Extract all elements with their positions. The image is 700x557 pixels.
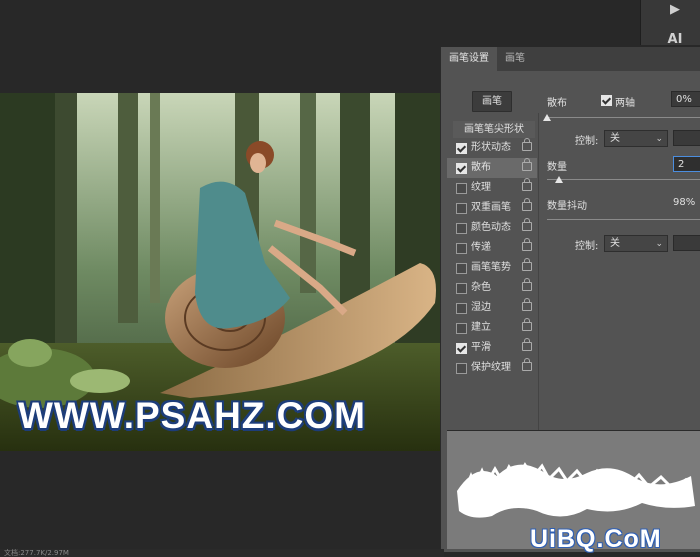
lock-icon[interactable] (522, 318, 532, 331)
brush-option-checkbox[interactable] (456, 263, 467, 274)
count-jitter-slider[interactable] (547, 219, 700, 220)
brush-option-label: 建立 (471, 322, 491, 333)
tab-brush-settings[interactable]: 画笔设置 (441, 47, 497, 71)
brush-option-label: 散布 (471, 162, 491, 173)
lock-icon[interactable] (522, 198, 532, 211)
lock-icon[interactable] (522, 218, 532, 231)
scatter-control-label: 控制: (575, 136, 599, 147)
count-jitter-label: 数量抖动 (547, 201, 587, 212)
brush-option-checkbox[interactable] (456, 243, 467, 254)
scatter-slider-thumb[interactable] (543, 114, 551, 121)
brush-option-label: 平滑 (471, 342, 491, 353)
scatter-control-extra-field[interactable] (673, 130, 700, 146)
lock-icon[interactable] (522, 298, 532, 311)
brush-option-label: 保护纹理 (471, 362, 511, 373)
panel-divider (538, 113, 539, 433)
count-control-select[interactable]: 关 ⌄ (604, 235, 668, 252)
brush-option-checkbox[interactable] (456, 163, 467, 174)
count-slider-thumb[interactable] (555, 176, 563, 183)
count-control-label: 控制: (575, 241, 599, 252)
brushes-button[interactable]: 画笔 (472, 91, 512, 112)
brush-option-item[interactable]: 散布 (447, 158, 537, 178)
brush-option-item[interactable]: 画笔笔势 (447, 258, 537, 278)
brush-option-item[interactable]: 传递 (447, 238, 537, 258)
brush-option-item[interactable]: 纹理 (447, 178, 537, 198)
lock-icon[interactable] (522, 278, 532, 291)
brush-option-label: 湿边 (471, 302, 491, 313)
brush-option-item[interactable]: 建立 (447, 318, 537, 338)
site-logo: UiBQ.CoM (530, 525, 662, 553)
play-icon[interactable]: ▶ (657, 2, 693, 20)
brush-option-label: 杂色 (471, 282, 491, 293)
brush-option-label: 纹理 (471, 182, 491, 193)
brush-option-checkbox[interactable] (456, 363, 467, 374)
brush-options-list: 形状动态散布纹理双重画笔颜色动态传递画笔笔势杂色湿边建立平滑保护纹理 (447, 138, 537, 378)
scatter-control-select[interactable]: 关 ⌄ (604, 130, 668, 147)
lock-icon[interactable] (522, 138, 532, 151)
status-bar: 文档:277.7K/2.97M (0, 549, 444, 557)
lock-icon[interactable] (522, 238, 532, 251)
right-toolbar: ▶ AI (640, 0, 700, 47)
scatter-slider[interactable] (547, 117, 700, 118)
count-jitter-value[interactable]: 98% (673, 197, 695, 208)
brush-option-checkbox[interactable] (456, 323, 467, 334)
brush-option-label: 双重画笔 (471, 202, 511, 213)
brush-option-label: 颜色动态 (471, 222, 511, 233)
brush-option-checkbox[interactable] (456, 203, 467, 214)
lock-icon[interactable] (522, 338, 532, 351)
lock-icon[interactable] (522, 158, 532, 171)
brush-tip-shape-item[interactable]: 画笔笔尖形状 (453, 121, 535, 138)
brush-option-item[interactable]: 湿边 (447, 298, 537, 318)
count-label: 数量 (547, 162, 567, 173)
lock-icon[interactable] (522, 258, 532, 271)
brush-option-label: 传递 (471, 242, 491, 253)
brush-option-checkbox[interactable] (456, 283, 467, 294)
brush-option-item[interactable]: 双重画笔 (447, 198, 537, 218)
canvas-area: WWW.PSAHZ.COM ▶ AI 画笔设置 画笔 画笔 画笔笔尖形状 形状动… (0, 0, 700, 557)
watermark-text: WWW.PSAHZ.COM (18, 395, 367, 436)
lock-icon[interactable] (522, 358, 532, 371)
lock-icon[interactable] (522, 178, 532, 191)
scatter-control-value: 关 (610, 133, 620, 144)
brush-option-checkbox[interactable] (456, 343, 467, 354)
brush-option-label: 形状动态 (471, 142, 511, 153)
count-value-field[interactable]: 2 (673, 156, 700, 172)
count-control-value: 关 (610, 238, 620, 249)
scatter-value-field[interactable]: 0% (671, 91, 700, 107)
brush-option-label: 画笔笔势 (471, 262, 511, 273)
both-axes-label: 两轴 (615, 98, 635, 109)
brush-option-item[interactable]: 杂色 (447, 278, 537, 298)
brush-option-checkbox[interactable] (456, 183, 467, 194)
brush-option-checkbox[interactable] (456, 223, 467, 234)
scatter-label: 散布 (547, 98, 567, 109)
both-axes-checkbox[interactable] (601, 95, 612, 106)
brush-option-item[interactable]: 颜色动态 (447, 218, 537, 238)
brush-option-item[interactable]: 形状动态 (447, 138, 537, 158)
brush-option-checkbox[interactable] (456, 143, 467, 154)
brush-option-item[interactable]: 平滑 (447, 338, 537, 358)
count-control-extra-field[interactable] (673, 235, 700, 251)
brush-option-item[interactable]: 保护纹理 (447, 358, 537, 378)
chevron-down-icon: ⌄ (655, 239, 663, 249)
count-slider[interactable] (547, 179, 700, 180)
chevron-down-icon: ⌄ (655, 134, 663, 144)
panel-tabs: 画笔设置 画笔 (441, 47, 700, 71)
tab-brushes[interactable]: 画笔 (497, 47, 533, 71)
brush-option-checkbox[interactable] (456, 303, 467, 314)
brush-settings-panel: 画笔设置 画笔 画笔 画笔笔尖形状 形状动态 散布 纹理 双重画笔 颜色动态 传递 画笔笔势… (440, 47, 700, 552)
